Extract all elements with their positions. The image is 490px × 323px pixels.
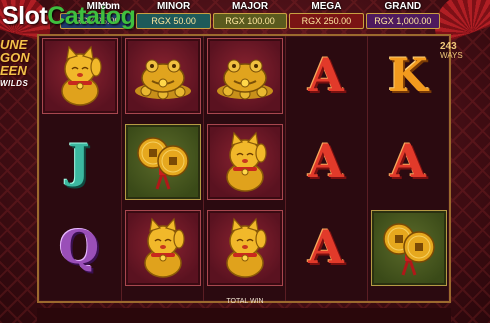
ways-number: 243	[440, 41, 457, 52]
money-toad-icon	[135, 59, 191, 100]
symbol-toad	[125, 38, 201, 114]
jackpot-name: MEGA	[311, 1, 342, 12]
symbol-cat	[125, 210, 201, 286]
jackpot-major: MAJOR RGX 100.00	[212, 1, 288, 29]
jackpot-minor: MINOR RGX 50.00	[136, 1, 211, 29]
reel-divider	[121, 36, 122, 301]
lucky-cat-icon	[61, 45, 102, 106]
reel-divider	[203, 36, 204, 301]
symbol-letter: J	[68, 134, 90, 188]
symbol-letter: K	[388, 48, 428, 102]
symbol-toad	[207, 38, 283, 114]
game-logo-line: EEN	[0, 63, 27, 78]
symbol-letter: A	[308, 134, 344, 188]
lucky-coins-icon	[383, 223, 435, 276]
jackpot-value: RGX 1,000.00	[365, 13, 441, 29]
jackpot-value: RGX 250.00	[289, 13, 364, 29]
lucky-cat-icon	[144, 217, 185, 278]
symbol-letter: A	[308, 220, 344, 274]
watermark-suffix: .com	[98, 1, 120, 12]
symbol-letter: A	[390, 134, 426, 188]
watermark-logo: SlotCatalog .com	[2, 1, 136, 38]
game-logo: UNE GON EEN WILDS	[0, 38, 38, 90]
symbol-letter-k: K	[371, 38, 445, 112]
lucky-coins-icon	[137, 137, 189, 190]
jackpot-name: MAJOR	[231, 1, 269, 12]
jackpot-name: MINOR	[156, 1, 191, 12]
jackpot-grand: GRAND RGX 1,000.00	[365, 1, 441, 29]
ways-indicator: 243 WAYS	[440, 41, 463, 61]
watermark-prefix: Slot	[2, 2, 48, 30]
symbol-letter-j: J	[42, 124, 116, 198]
symbol-coins	[371, 210, 447, 286]
money-toad-icon	[217, 59, 273, 100]
symbol-cat	[207, 124, 283, 200]
symbol-letter: Q	[58, 220, 100, 274]
jackpot-value: RGX 50.00	[136, 13, 211, 29]
jackpot-name: GRAND	[384, 1, 422, 12]
game-logo-wilds: WILDS	[0, 79, 29, 88]
symbol-letter-a: A	[289, 38, 363, 112]
symbol-letter-a: A	[289, 124, 363, 198]
symbol-letter-a: A	[371, 124, 445, 198]
watermark-highlight: Catalog	[47, 2, 136, 30]
jackpot-value: RGX 100.00	[212, 13, 288, 29]
ways-label: WAYS	[440, 51, 463, 60]
symbol-letter-q: Q	[42, 210, 116, 284]
symbol-coins	[125, 124, 201, 200]
reel-divider	[285, 36, 286, 301]
total-win-label: TOTAL WIN	[226, 298, 264, 305]
symbol-letter-a: A	[289, 210, 363, 284]
reel-divider	[367, 36, 368, 301]
symbol-cat	[207, 210, 283, 286]
lucky-cat-icon	[226, 131, 267, 192]
symbol-cat	[42, 38, 118, 114]
symbol-letter: A	[308, 48, 344, 102]
control-bar	[37, 308, 451, 323]
jackpot-mega: MEGA RGX 250.00	[289, 1, 364, 29]
lucky-cat-icon	[226, 217, 267, 278]
